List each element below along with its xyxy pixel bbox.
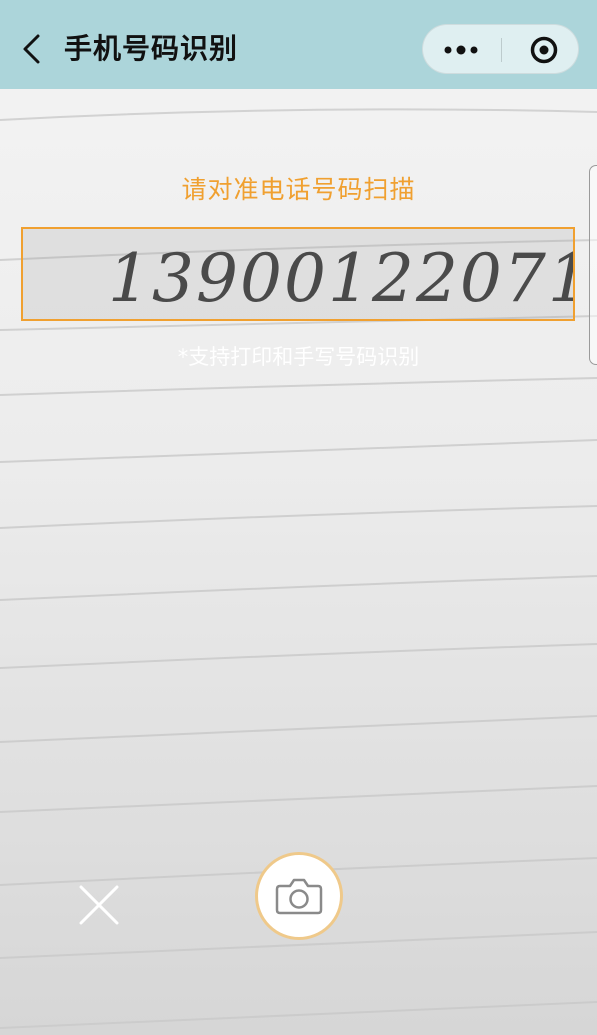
camera-icon <box>275 878 323 915</box>
back-button[interactable] <box>10 24 50 74</box>
target-close-icon <box>530 36 558 64</box>
page-title: 手机号码识别 <box>64 32 239 65</box>
close-mini-program-button[interactable] <box>502 25 580 75</box>
scan-instruction: 请对准电话号码扫描 <box>181 175 416 204</box>
scan-frame: 13900122071 <box>21 227 590 321</box>
cancel-button[interactable] <box>74 880 124 930</box>
navigation-bar: 手机号码识别 <box>0 0 597 89</box>
close-x-icon <box>79 885 119 925</box>
more-dots-icon <box>444 45 478 55</box>
handwritten-number: 13900122071 <box>108 240 590 317</box>
chevron-left-icon <box>23 34 40 64</box>
support-hint: *支持打印和手写号码识别 <box>177 345 420 369</box>
side-handle <box>589 165 597 365</box>
handwritten-number-text: 13900122071 <box>108 240 573 317</box>
capture-button[interactable] <box>255 852 343 940</box>
mini-program-capsule <box>422 24 579 74</box>
more-button[interactable] <box>423 25 501 75</box>
